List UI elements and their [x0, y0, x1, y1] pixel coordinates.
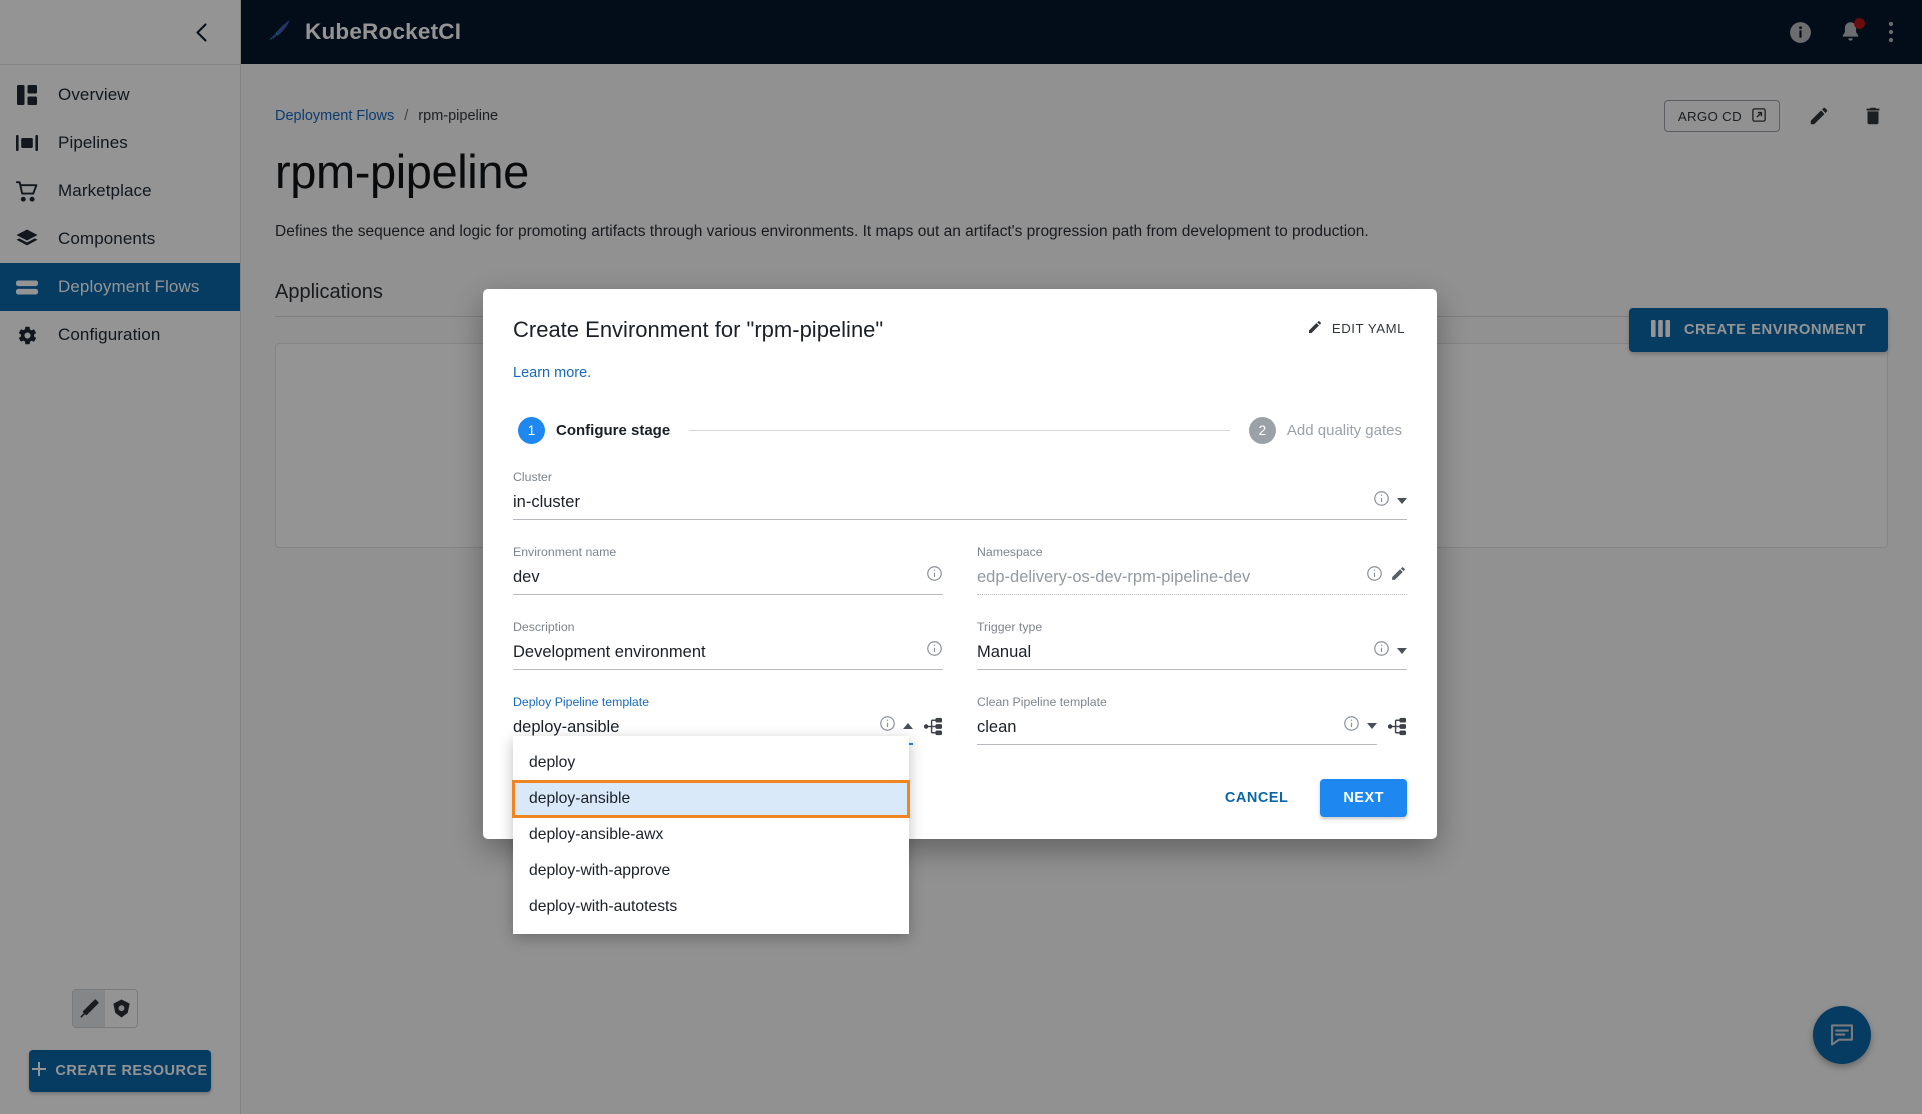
field-cluster: Cluster in-cluster — [513, 470, 1407, 520]
form-row-cluster: Cluster in-cluster — [513, 470, 1407, 520]
field-deploy-pipeline-template: Deploy Pipeline template deploy-ansible — [512, 695, 943, 934]
edit-yaml-button[interactable]: EDIT YAML — [1305, 317, 1407, 340]
form-row-pipeline-templates: Deploy Pipeline template deploy-ansible — [512, 695, 1407, 934]
field-label: Trigger type — [977, 620, 1043, 634]
step-number: 1 — [518, 417, 545, 444]
step-configure-stage[interactable]: 1 Configure stage — [518, 417, 670, 444]
namespace-placeholder: edp-delivery-os-dev-rpm-pipeline-dev — [977, 568, 1251, 587]
field-trigger-type: Trigger type Manual — [977, 620, 1407, 670]
field-label: Environment name — [513, 545, 617, 559]
description-input[interactable]: Development environment — [513, 640, 943, 670]
cluster-select[interactable]: in-cluster — [513, 490, 1407, 520]
chevron-up-icon[interactable] — [903, 723, 913, 729]
dropdown-option-selected[interactable]: deploy-ansible — [512, 780, 910, 818]
dropdown-option[interactable]: deploy-with-approve — [513, 853, 909, 889]
field-namespace: Namespace edp-delivery-os-dev-rpm-pipeli… — [977, 545, 1407, 595]
dropdown-option[interactable]: deploy-ansible-awx — [513, 817, 909, 853]
trigger-type-value: Manual — [977, 643, 1032, 662]
field-label: Description — [513, 620, 575, 634]
clean-template-wrap: clean — [977, 715, 1407, 745]
chevron-down-icon[interactable] — [1397, 648, 1407, 654]
dropdown-option[interactable]: deploy-with-autotests — [513, 889, 909, 925]
namespace-adornments — [1366, 565, 1407, 587]
dropdown-option[interactable]: deploy — [513, 745, 909, 781]
step-label: Add quality gates — [1286, 422, 1402, 439]
info-outline-icon[interactable] — [1373, 640, 1390, 662]
description-value: Development environment — [513, 643, 706, 662]
app-root: Overview Pipelines Marketplace Component… — [0, 0, 1922, 1114]
create-environment-dialog: Create Environment for "rpm-pipeline" ED… — [483, 289, 1437, 934]
clean-pipeline-template-value: clean — [977, 718, 1017, 737]
next-button[interactable]: NEXT — [1320, 779, 1407, 817]
dialog-title: Create Environment for "rpm-pipeline" — [513, 317, 884, 342]
namespace-input[interactable]: edp-delivery-os-dev-rpm-pipeline-dev — [977, 565, 1407, 595]
field-label: Clean Pipeline template — [977, 695, 1107, 709]
pencil-icon — [1307, 319, 1323, 338]
pipeline-tree-icon[interactable] — [1387, 717, 1407, 741]
pipeline-tree-icon[interactable] — [923, 717, 943, 741]
clean-template-adornments — [1343, 715, 1377, 737]
environment-name-input[interactable]: dev — [513, 565, 943, 595]
form-row-description-trigger: Description Development environment Trig… — [513, 620, 1407, 670]
field-environment-name: Environment name dev — [513, 545, 943, 595]
step-add-quality-gates[interactable]: 2 Add quality gates — [1248, 417, 1402, 444]
info-outline-icon[interactable] — [1343, 715, 1360, 737]
info-outline-icon[interactable] — [1373, 490, 1390, 512]
cluster-adornments — [1373, 490, 1407, 512]
field-label: Cluster — [513, 470, 552, 484]
pencil-icon[interactable] — [1390, 565, 1407, 587]
edit-yaml-label: EDIT YAML — [1331, 321, 1405, 336]
step-label: Configure stage — [556, 422, 671, 439]
step-number: 2 — [1248, 417, 1276, 444]
trigger-type-adornments — [1373, 640, 1407, 662]
chevron-down-icon[interactable] — [1397, 498, 1407, 504]
field-clean-pipeline-template: Clean Pipeline template clean — [977, 695, 1407, 745]
field-label: Deploy Pipeline template — [513, 695, 650, 709]
field-label: Namespace — [977, 545, 1043, 559]
field-description: Description Development environment — [513, 620, 943, 670]
cancel-button[interactable]: CANCEL — [1211, 781, 1302, 815]
deploy-pipeline-template-dropdown: deploy deploy-ansible deploy-ansible-awx… — [512, 736, 910, 934]
dialog-stepper: 1 Configure stage 2 Add quality gates — [513, 417, 1407, 444]
info-outline-icon[interactable] — [1366, 565, 1383, 587]
deploy-pipeline-template-value: deploy-ansible — [513, 718, 620, 737]
stepper-connector — [689, 430, 1230, 431]
environment-form: Cluster in-cluster Environment name dev … — [512, 470, 1407, 934]
chevron-down-icon[interactable] — [1367, 723, 1377, 729]
dialog-header: Create Environment for "rpm-pipeline" ED… — [513, 317, 1407, 343]
deploy-template-adornments — [879, 715, 913, 737]
environment-name-value: dev — [513, 568, 540, 587]
description-adornments — [926, 640, 943, 662]
info-outline-icon[interactable] — [926, 565, 943, 587]
form-row-name-namespace: Environment name dev Namespace edp-deliv… — [513, 545, 1407, 595]
cluster-value: in-cluster — [513, 493, 580, 512]
info-outline-icon[interactable] — [879, 715, 896, 737]
clean-pipeline-template-select[interactable]: clean — [977, 715, 1377, 745]
info-outline-icon[interactable] — [926, 640, 943, 662]
trigger-type-select[interactable]: Manual — [977, 640, 1407, 670]
environment-name-adornments — [926, 565, 943, 587]
learn-more-link[interactable]: Learn more. — [513, 365, 591, 381]
